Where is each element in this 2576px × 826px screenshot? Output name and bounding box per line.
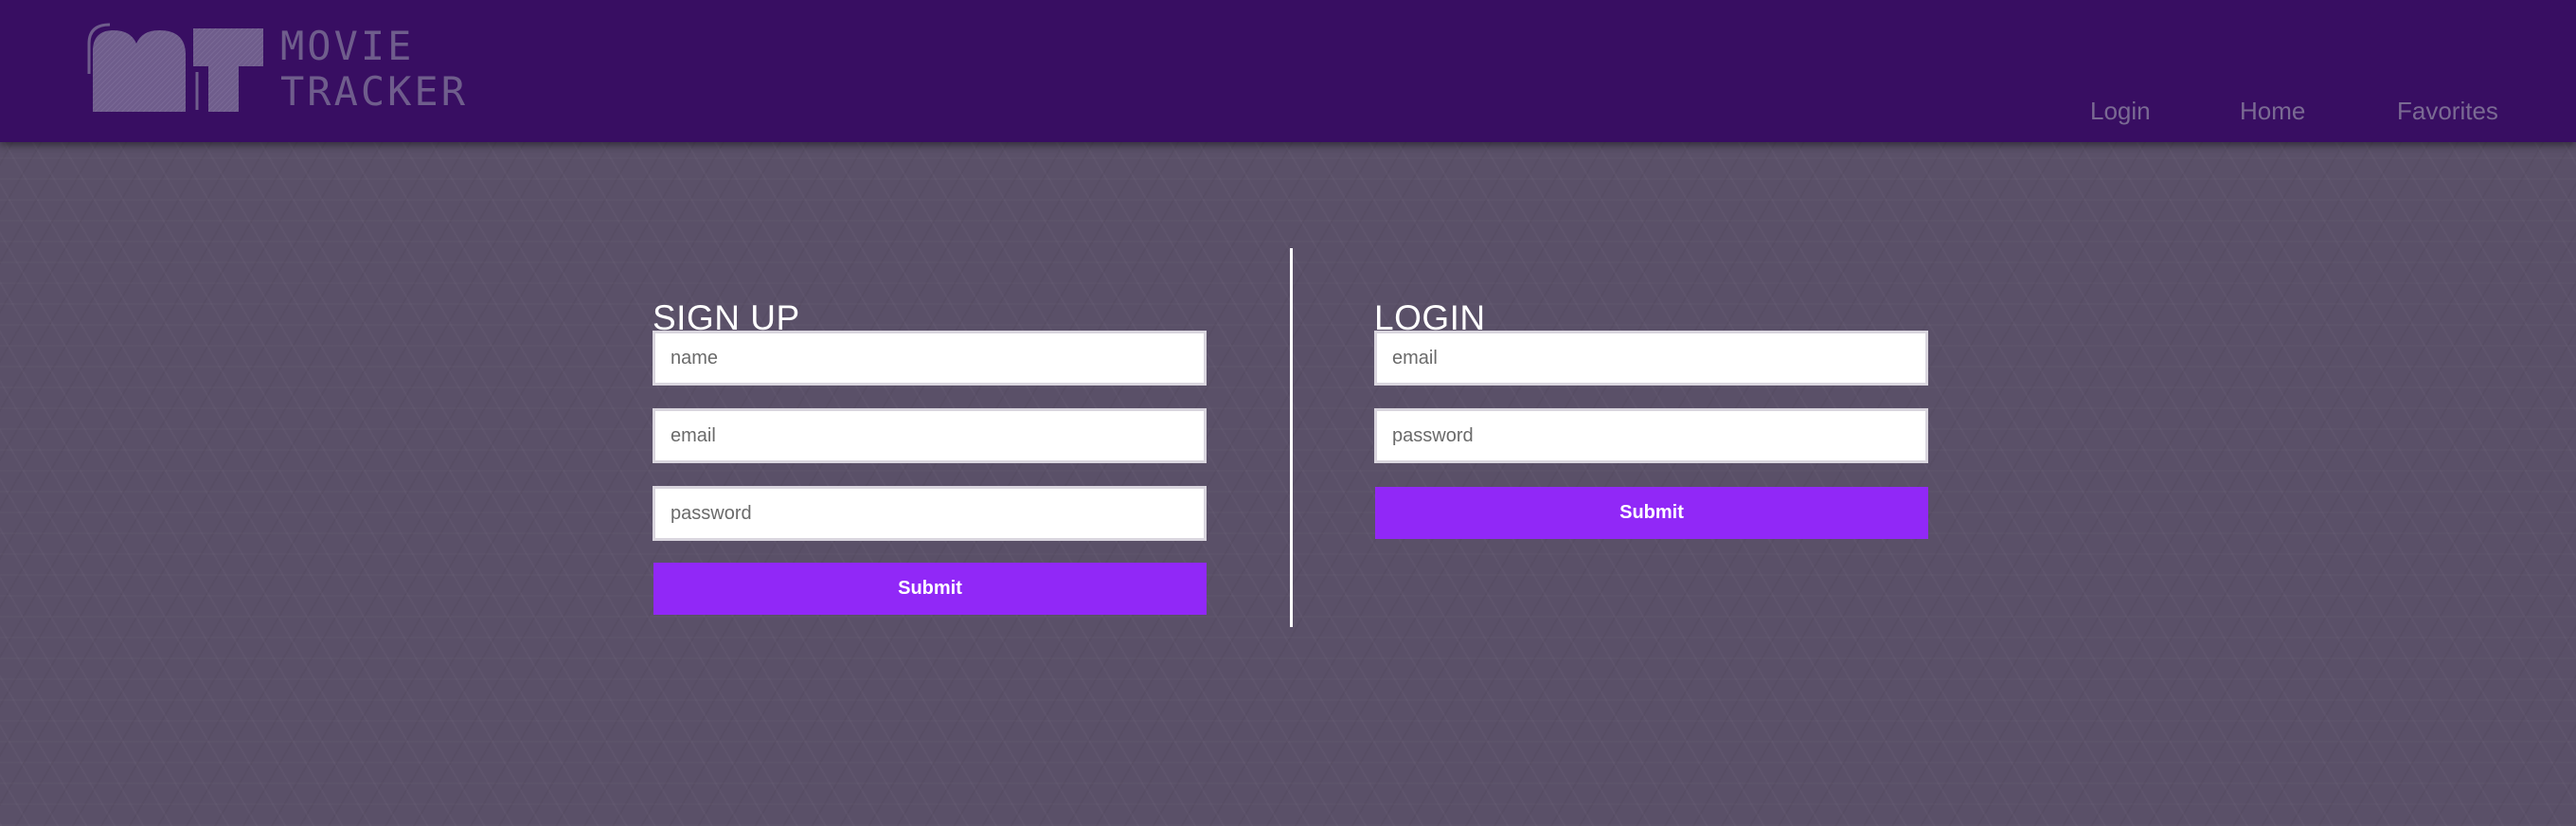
nav-favorites-link[interactable]: Favorites xyxy=(2397,97,2498,126)
logo-line-tracker: TRACKER xyxy=(280,68,469,115)
login-password-input[interactable] xyxy=(1374,408,1928,463)
login-email-input[interactable] xyxy=(1374,331,1928,386)
film-reel-logo-icon xyxy=(87,23,263,112)
form-divider xyxy=(1290,248,1293,627)
logo-wordmark: MOVIE TRACKER xyxy=(280,23,465,117)
nav-login-link[interactable]: Login xyxy=(2090,97,2151,126)
site-logo[interactable]: MOVIE TRACKER xyxy=(87,23,465,117)
signup-submit-button[interactable]: Submit xyxy=(653,563,1207,615)
site-header: MOVIE TRACKER Login Home Favorites xyxy=(0,0,2576,142)
signup-email-input[interactable] xyxy=(653,408,1207,463)
signup-password-input[interactable] xyxy=(653,486,1207,541)
login-submit-button[interactable]: Submit xyxy=(1375,487,1928,539)
logo-line-movie: MOVIE xyxy=(280,23,415,69)
nav-home-link[interactable]: Home xyxy=(2240,97,2305,126)
signup-name-input[interactable] xyxy=(653,331,1207,386)
